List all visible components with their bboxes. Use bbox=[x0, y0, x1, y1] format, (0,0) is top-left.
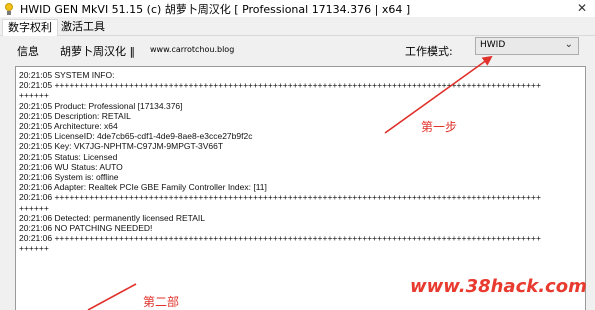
step1-label: 第一步 bbox=[421, 120, 458, 134]
log-line: ++++++ bbox=[19, 90, 49, 101]
close-button[interactable]: ✕ bbox=[577, 1, 587, 16]
chevron-down-icon: ⌄ bbox=[564, 39, 573, 50]
tab-digital-license[interactable]: 数字权利 bbox=[2, 19, 58, 36]
log-line: ++++++ bbox=[19, 243, 49, 254]
work-mode-label: 工作模式: bbox=[405, 45, 453, 58]
tab-activation-tools[interactable]: 激活工具 bbox=[56, 19, 110, 36]
log-line: 20:21:06 Adapter: Realtek PCIe GBE Famil… bbox=[19, 182, 267, 193]
log-line: 20:21:06 System is: offline bbox=[19, 172, 119, 182]
log-line: 20:21:05 Product: Professional [17134.37… bbox=[19, 100, 183, 111]
log-line: 20:21:06 NO PATCHING NEEDED! bbox=[19, 223, 153, 233]
log-line: 20:21:05 +++++++++++++++++++++++++++++++… bbox=[19, 80, 541, 91]
log-line: ++++++ bbox=[19, 202, 49, 213]
log-line: 20:21:06 +++++++++++++++++++++++++++++++… bbox=[19, 233, 541, 244]
log-line: 20:21:05 Key: VK7JG-NPHTM-C97JM-9MPGT-3V… bbox=[19, 141, 224, 152]
step2-label: 第二部 bbox=[143, 295, 180, 309]
log-line: 20:21:05 SYSTEM INFO: bbox=[19, 70, 115, 80]
tab-bar: 数字权利 激活工具 bbox=[0, 17, 595, 36]
credit-text: 胡萝卜周汉化 ‖ bbox=[60, 45, 135, 58]
log-line: 20:21:06 +++++++++++++++++++++++++++++++… bbox=[19, 192, 541, 203]
log-line: 20:21:06 Detected: permanently licensed … bbox=[19, 212, 206, 223]
title-bar: HWID GEN MkVI 51.15 (c) 胡萝卜周汉化 [ Profess… bbox=[0, 0, 595, 17]
log-line: 20:21:06 WU Status: AUTO bbox=[19, 161, 123, 172]
work-mode-value: HWID bbox=[480, 40, 506, 50]
window-title: HWID GEN MkVI 51.15 (c) 胡萝卜周汉化 [ Profess… bbox=[20, 2, 411, 16]
log-line: 20:21:05 Status: Licensed bbox=[19, 151, 118, 162]
lightbulb-icon bbox=[4, 2, 14, 15]
log-output[interactable]: 20:21:05 SYSTEM INFO: 20:21:05 ++++++++++… bbox=[15, 66, 586, 310]
site-link[interactable]: www.carrotchou.blog bbox=[150, 45, 234, 54]
log-line: 20:21:05 LicenseID: 4de7cb65-cdf1-4de9-8… bbox=[19, 131, 253, 142]
log-line: 20:21:05 Description: RETAIL bbox=[19, 110, 131, 121]
watermark-text: www.38hack.com bbox=[410, 276, 587, 297]
log-line: 20:21:05 Architecture: x64 bbox=[19, 121, 118, 131]
info-label: 信息 bbox=[17, 45, 39, 58]
work-mode-select[interactable]: HWID ⌄ bbox=[475, 37, 579, 55]
